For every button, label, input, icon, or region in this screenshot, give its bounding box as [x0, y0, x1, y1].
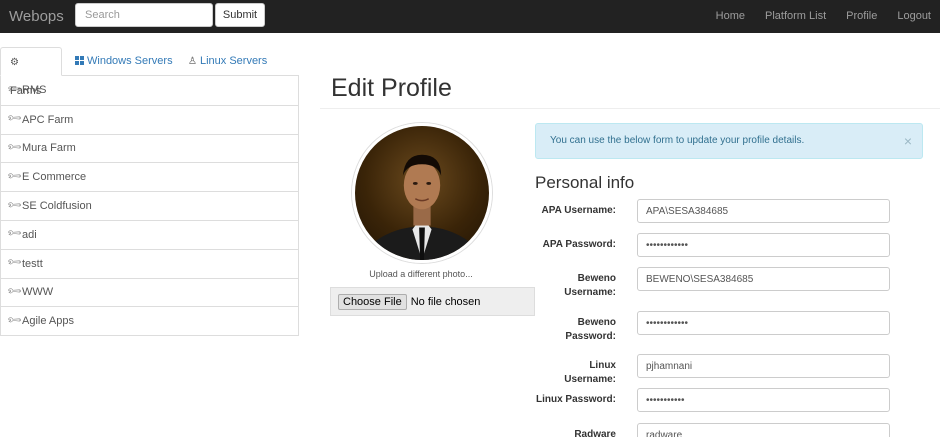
list-item-label: WWW: [22, 286, 54, 299]
list-item-apc-farm[interactable]: 🔧︎ APC Farm: [1, 104, 298, 134]
nav-link-profile[interactable]: Profile: [836, 0, 887, 33]
linux-icon: ♙: [188, 56, 197, 67]
section-title: Personal info: [535, 173, 635, 192]
list-item-label: APC Farm: [22, 113, 74, 126]
wrench-icon: 🔧︎: [6, 254, 24, 272]
form-row-radware: Radware: [535, 423, 890, 437]
linux-password-field[interactable]: [637, 388, 890, 412]
top-navbar: Webops Submit Home Platform List Profile…: [0, 0, 940, 33]
wrench-icon: 🔧︎: [6, 196, 24, 214]
list-item-label: RMS: [22, 84, 47, 97]
list-item-testt[interactable]: 🔧︎ testt: [1, 248, 298, 278]
field-label: APA Username:: [541, 205, 616, 216]
wrench-icon: 🔧︎: [6, 81, 24, 98]
list-item-label: SE Coldfusion: [22, 200, 92, 213]
tab-windows-servers[interactable]: Windows Servers: [66, 47, 182, 76]
wrench-icon: 🔧︎: [6, 311, 24, 329]
form-row-linux-username: Linux Username:: [535, 354, 890, 385]
list-item-label: Agile Apps: [22, 315, 74, 328]
windows-icon: [75, 56, 84, 65]
submit-button[interactable]: Submit: [215, 3, 265, 27]
beweno-password-field[interactable]: [637, 311, 890, 335]
tab-label: Linux Servers: [199, 55, 268, 67]
nav-link-logout[interactable]: Logout: [887, 0, 940, 33]
beweno-username-field[interactable]: [637, 267, 890, 291]
linux-username-field[interactable]: [637, 354, 890, 378]
page-title: Edit Profile: [331, 74, 452, 102]
list-item-mura-farm[interactable]: 🔧︎ Mura Farm: [1, 133, 298, 163]
list-item-adi[interactable]: 🔧︎ adi: [1, 219, 298, 249]
field-label: APA Password:: [542, 239, 616, 250]
nav-link-platform-list[interactable]: Platform List: [755, 0, 836, 33]
list-item-se-coldfusion[interactable]: 🔧︎ SE Coldfusion: [1, 191, 298, 220]
form-row-apa-username: APA Username:: [535, 199, 890, 223]
list-item-label: E Commerce: [22, 171, 87, 184]
list-item-agile-apps[interactable]: 🔧︎ Agile Apps: [1, 306, 298, 335]
list-item-e-commerce[interactable]: 🔧︎ E Commerce: [1, 162, 298, 191]
gear-icon: ⚙: [10, 57, 19, 68]
file-upload: Choose File No file chosen: [330, 287, 535, 316]
info-alert: You can use the below form to update you…: [535, 123, 923, 159]
form-row-beweno-username: Beweno Username:: [535, 267, 890, 301]
field-label: Beweno Password:: [565, 317, 616, 342]
form-row-linux-password: Linux Password:: [535, 388, 890, 412]
list-item-label: testt: [22, 257, 43, 270]
close-icon[interactable]: ×: [904, 124, 912, 158]
alert-text: You can use the below form to update you…: [550, 135, 805, 146]
sidebar-tabs: ⚙Farms Windows Servers ♙ Linux Servers: [0, 47, 299, 97]
wrench-icon: 🔧︎: [6, 139, 24, 156]
field-label: Beweno Username:: [564, 273, 616, 298]
tab-label: Windows Servers: [87, 55, 173, 67]
farm-list: 🔧︎ RMS 🔧︎ APC Farm 🔧︎ Mura Farm 🔧︎ E Commerc…: [0, 76, 299, 337]
field-label: Radware: [574, 429, 616, 437]
nav-link-home[interactable]: Home: [706, 0, 755, 33]
no-file-text: No file chosen: [410, 295, 481, 308]
brand-logo[interactable]: Webops: [9, 8, 64, 25]
search-input[interactable]: [75, 3, 213, 27]
form-row-beweno-password: Beweno Password:: [535, 311, 890, 345]
wrench-icon: 🔧︎: [6, 167, 24, 185]
wrench-icon: 🔧︎: [6, 110, 24, 128]
list-item-label: Mura Farm: [22, 142, 76, 155]
title-divider: [320, 108, 940, 109]
tab-farms[interactable]: ⚙Farms: [0, 47, 62, 97]
tab-linux-servers[interactable]: ♙ Linux Servers: [179, 47, 276, 76]
nav-links: Home Platform List Profile Logout: [706, 0, 940, 33]
apa-password-field[interactable]: [637, 233, 890, 257]
list-item-rms[interactable]: 🔧︎ RMS: [1, 76, 298, 105]
apa-username-field[interactable]: [637, 199, 890, 223]
list-item-label: adi: [22, 228, 37, 241]
form-row-apa-password: APA Password:: [535, 233, 890, 257]
avatar: [352, 123, 492, 263]
field-label: Linux Username:: [564, 360, 616, 385]
wrench-icon: 🔧︎: [6, 283, 24, 300]
list-item-www[interactable]: 🔧︎ WWW: [1, 277, 298, 307]
profile-photo: [359, 154, 485, 260]
field-label: Linux Password:: [535, 394, 616, 405]
radware-field[interactable]: [637, 423, 890, 437]
upload-photo-text: Upload a different photo...: [369, 269, 473, 279]
wrench-icon: 🔧︎: [6, 225, 24, 243]
choose-file-button[interactable]: Choose File: [338, 293, 407, 310]
